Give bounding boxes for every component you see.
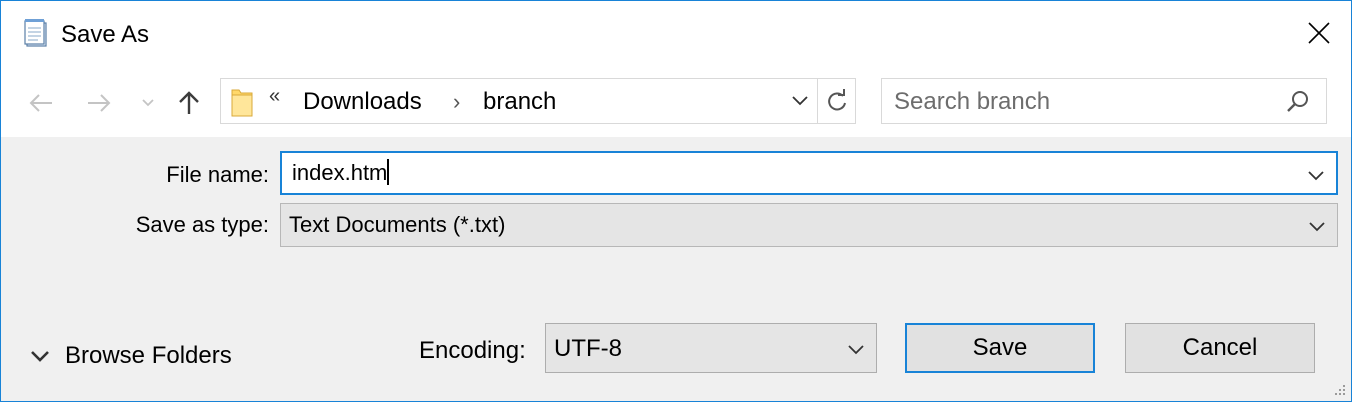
save-type-select[interactable]: Text Documents (*.txt) [280, 203, 1338, 247]
save-type-label: Save as type: [135, 212, 269, 237]
chevron-down-icon [31, 351, 49, 362]
chevron-down-icon [848, 345, 864, 355]
encoding-value: UTF-8 [554, 335, 622, 362]
file-name-field[interactable]: index.htm [280, 151, 1338, 195]
navigation-bar: « Downloads › branch [1, 69, 1351, 138]
breadcrumb-downloads[interactable]: Downloads [303, 87, 422, 117]
breadcrumb-separator[interactable]: › [453, 87, 460, 117]
encoding-select[interactable]: UTF-8 [545, 323, 877, 373]
address-bar[interactable]: « Downloads › branch [220, 78, 856, 124]
save-button[interactable]: Save [905, 323, 1095, 373]
refresh-icon [828, 89, 846, 111]
back-button[interactable] [23, 85, 59, 121]
search-input[interactable] [892, 85, 1276, 119]
title-bar: Save As [1, 1, 1351, 69]
encoding-label: Encoding: [419, 337, 526, 364]
browse-folders-label: Browse Folders [65, 342, 232, 369]
window-title: Save As [61, 21, 150, 48]
file-name-value: index.htm [292, 160, 388, 185]
search-box[interactable] [881, 78, 1327, 124]
close-button[interactable] [1287, 1, 1351, 65]
chevron-down-icon [792, 96, 808, 106]
forward-button[interactable] [81, 85, 117, 121]
file-name-label: File name: [166, 162, 269, 187]
resize-grip-icon[interactable] [1333, 383, 1347, 397]
recent-locations-button[interactable] [133, 85, 163, 121]
refresh-button[interactable] [819, 79, 855, 123]
save-as-dialog: Save As « Downloads › branch Search bran… [0, 0, 1352, 402]
arrow-right-icon [88, 94, 111, 112]
close-icon [1308, 22, 1330, 44]
address-dropdown-button[interactable] [783, 79, 817, 123]
chevron-down-icon[interactable] [1306, 165, 1326, 185]
notepad-icon [24, 19, 47, 47]
overflow-chevron[interactable]: « [269, 85, 280, 108]
text-caret [387, 159, 390, 185]
cancel-button[interactable]: Cancel [1125, 323, 1315, 373]
arrow-up-icon [179, 91, 199, 114]
folder-icon [231, 89, 253, 117]
address-divider [817, 79, 818, 123]
chevron-down-icon [1309, 222, 1325, 232]
chevron-down-icon [142, 99, 154, 107]
arrow-left-icon [29, 94, 52, 112]
browse-folders-toggle[interactable]: Browse Folders [29, 338, 232, 374]
breadcrumb-branch[interactable]: branch [483, 87, 556, 117]
search-icon[interactable] [1286, 89, 1310, 113]
up-button[interactable] [171, 85, 207, 121]
save-type-value: Text Documents (*.txt) [289, 212, 506, 237]
